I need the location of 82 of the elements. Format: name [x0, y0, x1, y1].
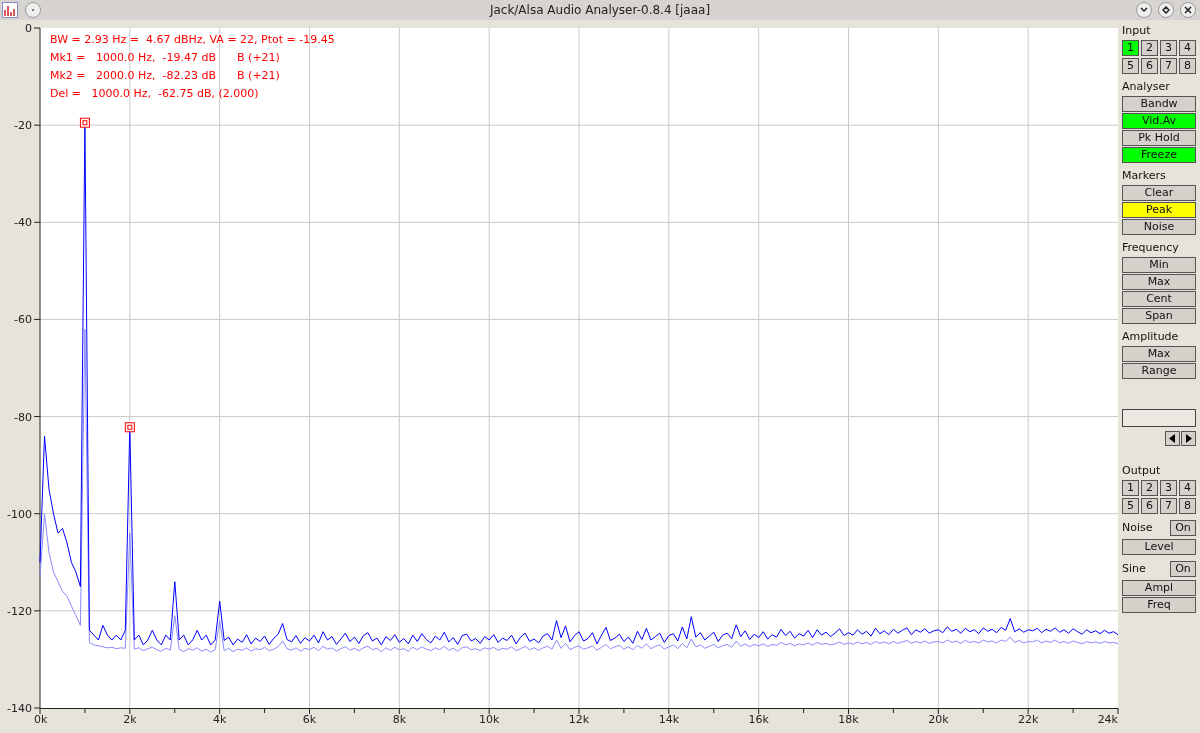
x-axis-label: 24k	[1097, 713, 1118, 726]
x-axis-label: 18k	[838, 713, 859, 726]
section-label: Sine	[1122, 562, 1146, 576]
section-label: Input	[1122, 24, 1152, 38]
panel-button[interactable]: 7	[1160, 58, 1177, 74]
right-arrow-button[interactable]	[1181, 431, 1196, 446]
close-button[interactable]	[1180, 2, 1196, 18]
y-axis-label: -60	[14, 313, 32, 327]
marker-icon	[79, 117, 90, 128]
panel-button[interactable]: 8	[1179, 58, 1196, 74]
y-axis-label: -140	[7, 702, 32, 715]
section-label: Amplitude	[1122, 330, 1180, 344]
panel-button[interactable]: 5	[1122, 498, 1139, 514]
diamond-icon	[1162, 6, 1170, 14]
panel-button[interactable]: Range	[1122, 363, 1196, 379]
minimize-button[interactable]	[1136, 2, 1152, 18]
panel-button[interactable]: On	[1170, 561, 1196, 577]
panel-button[interactable]: Clear	[1122, 185, 1196, 201]
input-field[interactable]	[1122, 409, 1196, 427]
panel-button[interactable]: 6	[1141, 498, 1158, 514]
left-triangle-icon	[1169, 434, 1176, 443]
x-axis-label: 22k	[1018, 713, 1039, 726]
panel-button[interactable]: Min	[1122, 257, 1196, 273]
panel-button[interactable]: Bandw	[1122, 96, 1196, 112]
y-axis-label: -100	[7, 507, 32, 521]
panel-button[interactable]: Ampl	[1122, 580, 1196, 596]
window-title: Jack/Alsa Audio Analyser-0.8.4 [jaaa]	[489, 2, 711, 19]
left-arrow-button[interactable]	[1165, 431, 1180, 446]
readout-text: Del = 1000.0 Hz, -62.75 dB, (2.000)	[50, 87, 259, 100]
panel-button[interactable]: 5	[1122, 58, 1139, 74]
readout-text: Mk1 = 1000.0 Hz, -19.47 dB B (+21)	[50, 51, 280, 64]
readout-text: BW = 2.93 Hz = 4.67 dBHz, VA = 22, Ptot = -19.45	[50, 33, 335, 46]
x-axis-label: 6k	[302, 713, 317, 726]
panel-button[interactable]: Max	[1122, 346, 1196, 362]
panel-button[interactable]: On	[1170, 520, 1196, 536]
panel-button[interactable]: Pk Hold	[1122, 130, 1196, 146]
section-label: Noise	[1122, 521, 1153, 535]
panel-button[interactable]: Cent	[1122, 291, 1196, 307]
x-axis-label: 4k	[213, 713, 227, 726]
app-icon	[2, 2, 18, 18]
x-axis-label: 14k	[658, 713, 679, 726]
y-axis-label: 0	[25, 22, 32, 35]
panel-button[interactable]: 1	[1122, 40, 1139, 56]
panel-button[interactable]: Peak	[1122, 202, 1196, 218]
x-axis-label: 8k	[392, 713, 406, 726]
section-label: Markers	[1122, 169, 1167, 183]
y-axis-label: -20	[14, 119, 32, 133]
x-axis-label: 2k	[123, 713, 137, 726]
y-axis-label: -120	[7, 604, 32, 618]
chevron-down-icon	[1140, 7, 1148, 13]
panel-button[interactable]: 2	[1141, 480, 1158, 496]
panel-button[interactable]: 4	[1179, 480, 1196, 496]
close-icon	[1184, 6, 1192, 14]
x-axis-label: 12k	[568, 713, 590, 726]
section-label: Frequency	[1122, 241, 1180, 255]
right-triangle-icon	[1185, 434, 1192, 443]
panel-button[interactable]: Max	[1122, 274, 1196, 290]
panel-button[interactable]: 8	[1179, 498, 1196, 514]
panel-button[interactable]: 3	[1160, 40, 1177, 56]
maximize-button[interactable]	[1158, 2, 1174, 18]
y-axis-label: -40	[14, 216, 32, 230]
panel-button[interactable]: 6	[1141, 58, 1158, 74]
section-label: Analyser	[1122, 80, 1171, 94]
x-axis-label: 20k	[928, 713, 949, 726]
panel-button[interactable]: 3	[1160, 480, 1177, 496]
panel-button[interactable]: Freeze	[1122, 147, 1196, 163]
section-label: Output	[1122, 464, 1162, 478]
x-axis-label: 0k	[34, 713, 48, 726]
panel-button[interactable]: 4	[1179, 40, 1196, 56]
panel-button[interactable]: 2	[1141, 40, 1158, 56]
panel-button[interactable]: Noise	[1122, 219, 1196, 235]
panel-button[interactable]: Span	[1122, 308, 1196, 324]
readout-text: Mk2 = 2000.0 Hz, -82.23 dB B (+21)	[50, 69, 280, 82]
panel-button[interactable]: Level	[1122, 539, 1196, 555]
marker-icon	[124, 422, 135, 433]
x-axis-label: 16k	[748, 713, 769, 726]
x-axis-label: 10k	[479, 713, 500, 726]
panel-button[interactable]: 1	[1122, 480, 1139, 496]
panel-button[interactable]: 7	[1160, 498, 1177, 514]
panel-button[interactable]: Freq	[1122, 597, 1196, 613]
y-axis-label: -80	[14, 410, 32, 424]
panel-button[interactable]: Vid.Av	[1122, 113, 1196, 129]
